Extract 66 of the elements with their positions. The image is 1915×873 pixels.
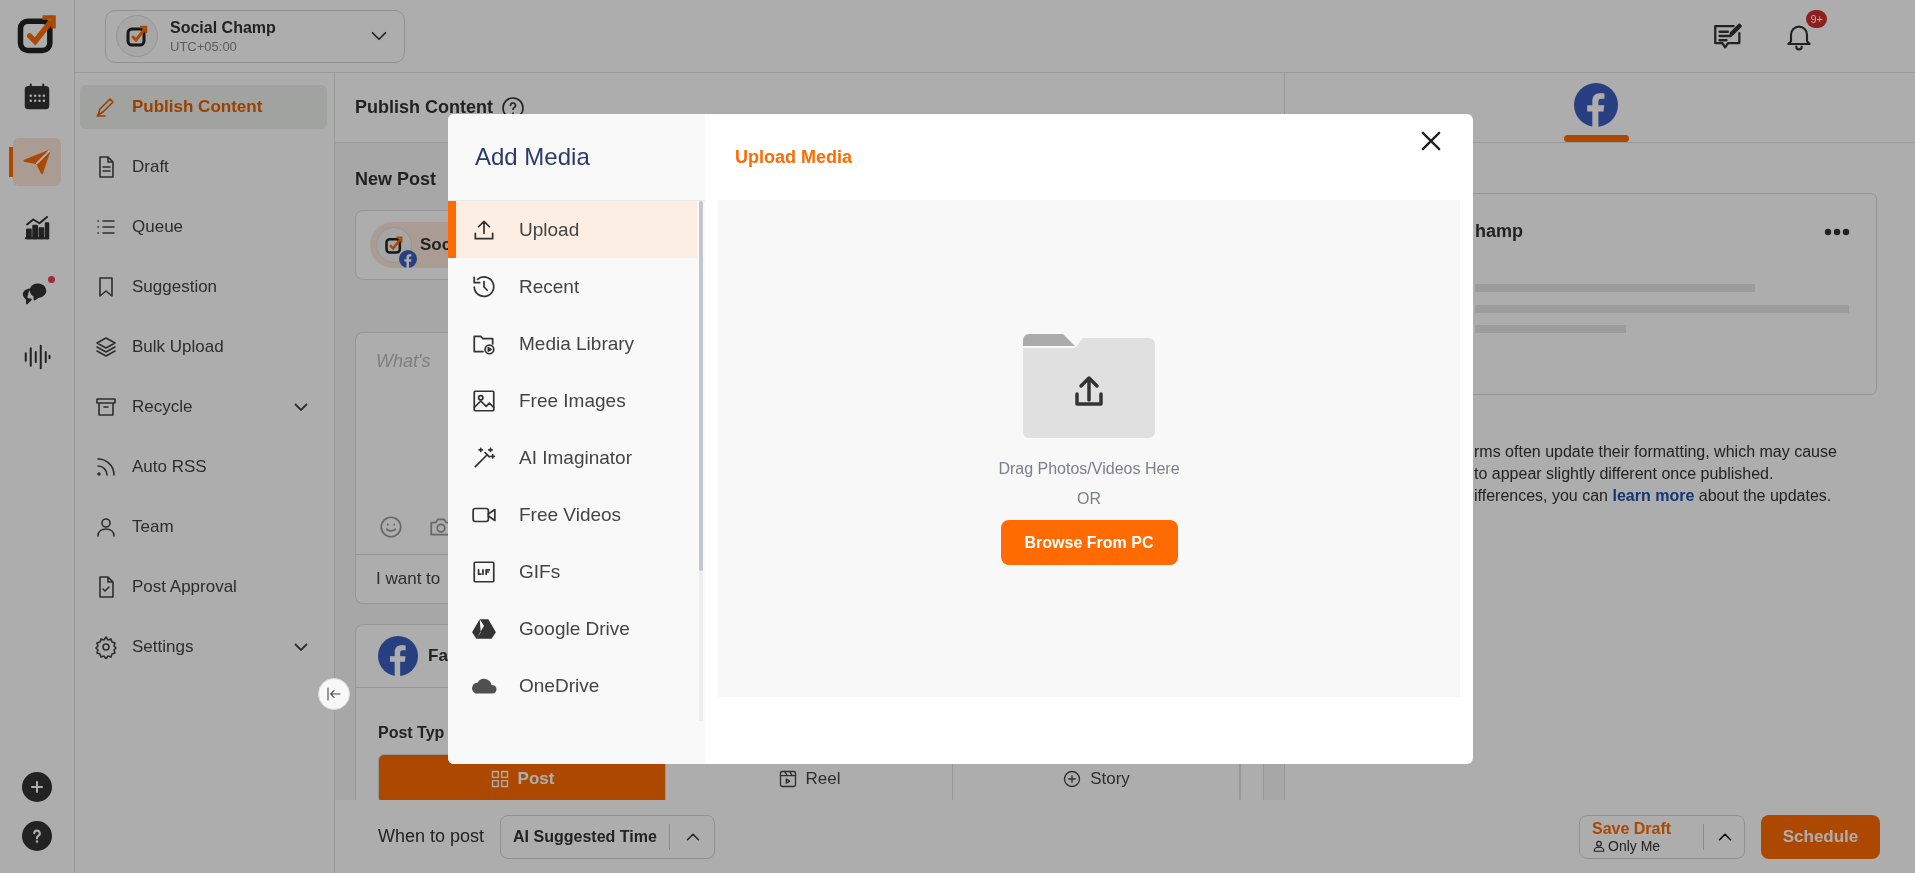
media-source-item[interactable]: Google Drive bbox=[448, 600, 697, 657]
sidebar-item[interactable]: Draft bbox=[80, 145, 327, 189]
image-icon bbox=[471, 387, 497, 414]
layers-icon bbox=[94, 335, 118, 359]
person-icon bbox=[94, 515, 118, 539]
logo-icon bbox=[15, 12, 59, 56]
plus-circle-icon bbox=[1062, 769, 1083, 789]
media-source-item[interactable]: OneDrive bbox=[448, 657, 697, 714]
logo-icon bbox=[384, 235, 404, 255]
gif-file-icon bbox=[471, 558, 497, 585]
time-dropdown[interactable]: AI Suggested Time bbox=[500, 814, 715, 859]
drop-zone[interactable]: Drag Photos/Videos Here OR Browse From PC bbox=[718, 200, 1460, 697]
save-draft-button[interactable]: Save Draft Only Me bbox=[1579, 814, 1745, 859]
panel-title: Upload Media bbox=[734, 145, 852, 169]
media-source-item[interactable]: Free Images bbox=[448, 372, 697, 429]
add-button[interactable] bbox=[22, 772, 52, 802]
network-name: Fa bbox=[428, 646, 448, 666]
section-title: New Post bbox=[355, 169, 438, 190]
media-source-item[interactable]: AI Imaginator bbox=[448, 429, 697, 486]
grid-icon bbox=[489, 769, 510, 789]
account-timezone: UTC+05:00 bbox=[170, 38, 238, 54]
when-to-post-label: When to post bbox=[378, 826, 485, 847]
post-type-label: Post Typ bbox=[378, 724, 446, 742]
reel-icon bbox=[777, 769, 798, 789]
learn-more-link[interactable]: learn more bbox=[1612, 487, 1695, 504]
account-selector[interactable]: Social Champ UTC+05:00 bbox=[105, 9, 405, 63]
media-source-item[interactable]: Free Videos bbox=[448, 486, 697, 543]
settings-icon bbox=[94, 635, 118, 659]
facebook-icon bbox=[378, 636, 418, 676]
magic-wand-icon bbox=[471, 444, 497, 471]
facebook-icon bbox=[399, 250, 417, 268]
emoji-icon[interactable] bbox=[378, 514, 404, 540]
help-button[interactable] bbox=[22, 821, 52, 851]
history-icon bbox=[471, 273, 497, 300]
media-source-item[interactable]: Media Library bbox=[448, 315, 697, 372]
facebook-icon bbox=[1574, 83, 1618, 127]
sidebar-item[interactable]: Team bbox=[80, 505, 327, 549]
save-draft-label: Save Draft bbox=[1592, 819, 1673, 838]
or-text: OR bbox=[1077, 490, 1101, 508]
send-icon bbox=[22, 147, 52, 177]
sidebar-item[interactable]: Bulk Upload bbox=[80, 325, 327, 369]
folder-upload-icon bbox=[1023, 332, 1155, 438]
account-name: Social Champ bbox=[170, 18, 277, 37]
notice-text: rms often update their formatting, which may cause to appear slightly different once published. ifferences, you can learn more about the updates. bbox=[1474, 442, 1838, 506]
drop-hint: Drag Photos/Videos Here bbox=[998, 460, 1180, 478]
logo-icon bbox=[125, 24, 149, 48]
sidebar-item[interactable]: Recycle bbox=[80, 385, 327, 429]
media-source-item[interactable]: Upload bbox=[448, 201, 697, 258]
more-icon[interactable] bbox=[1824, 228, 1850, 236]
sidebar-item[interactable]: Queue bbox=[80, 205, 327, 249]
person-icon bbox=[1592, 838, 1606, 853]
sidebar-item[interactable]: Auto RSS bbox=[80, 445, 327, 489]
sidebar-item[interactable]: Suggestion bbox=[80, 265, 327, 309]
collapse-left-icon bbox=[326, 686, 342, 702]
preview-account-name: hamp bbox=[1475, 221, 1523, 242]
audio-bars-icon bbox=[22, 342, 52, 372]
visibility-label: Only Me bbox=[1608, 837, 1661, 854]
sidebar-item[interactable]: Settings bbox=[80, 625, 327, 669]
notification-badge: 9+ bbox=[1806, 10, 1827, 28]
collapse-sidebar-button[interactable] bbox=[318, 678, 350, 710]
scrollbar-thumb[interactable] bbox=[699, 201, 703, 571]
media-source-item[interactable]: GIFs bbox=[448, 543, 697, 600]
archive-icon bbox=[94, 395, 118, 419]
calendar-icon bbox=[22, 82, 52, 112]
rss-icon bbox=[94, 455, 118, 479]
sidebar-item[interactable]: Post Approval bbox=[80, 565, 327, 609]
